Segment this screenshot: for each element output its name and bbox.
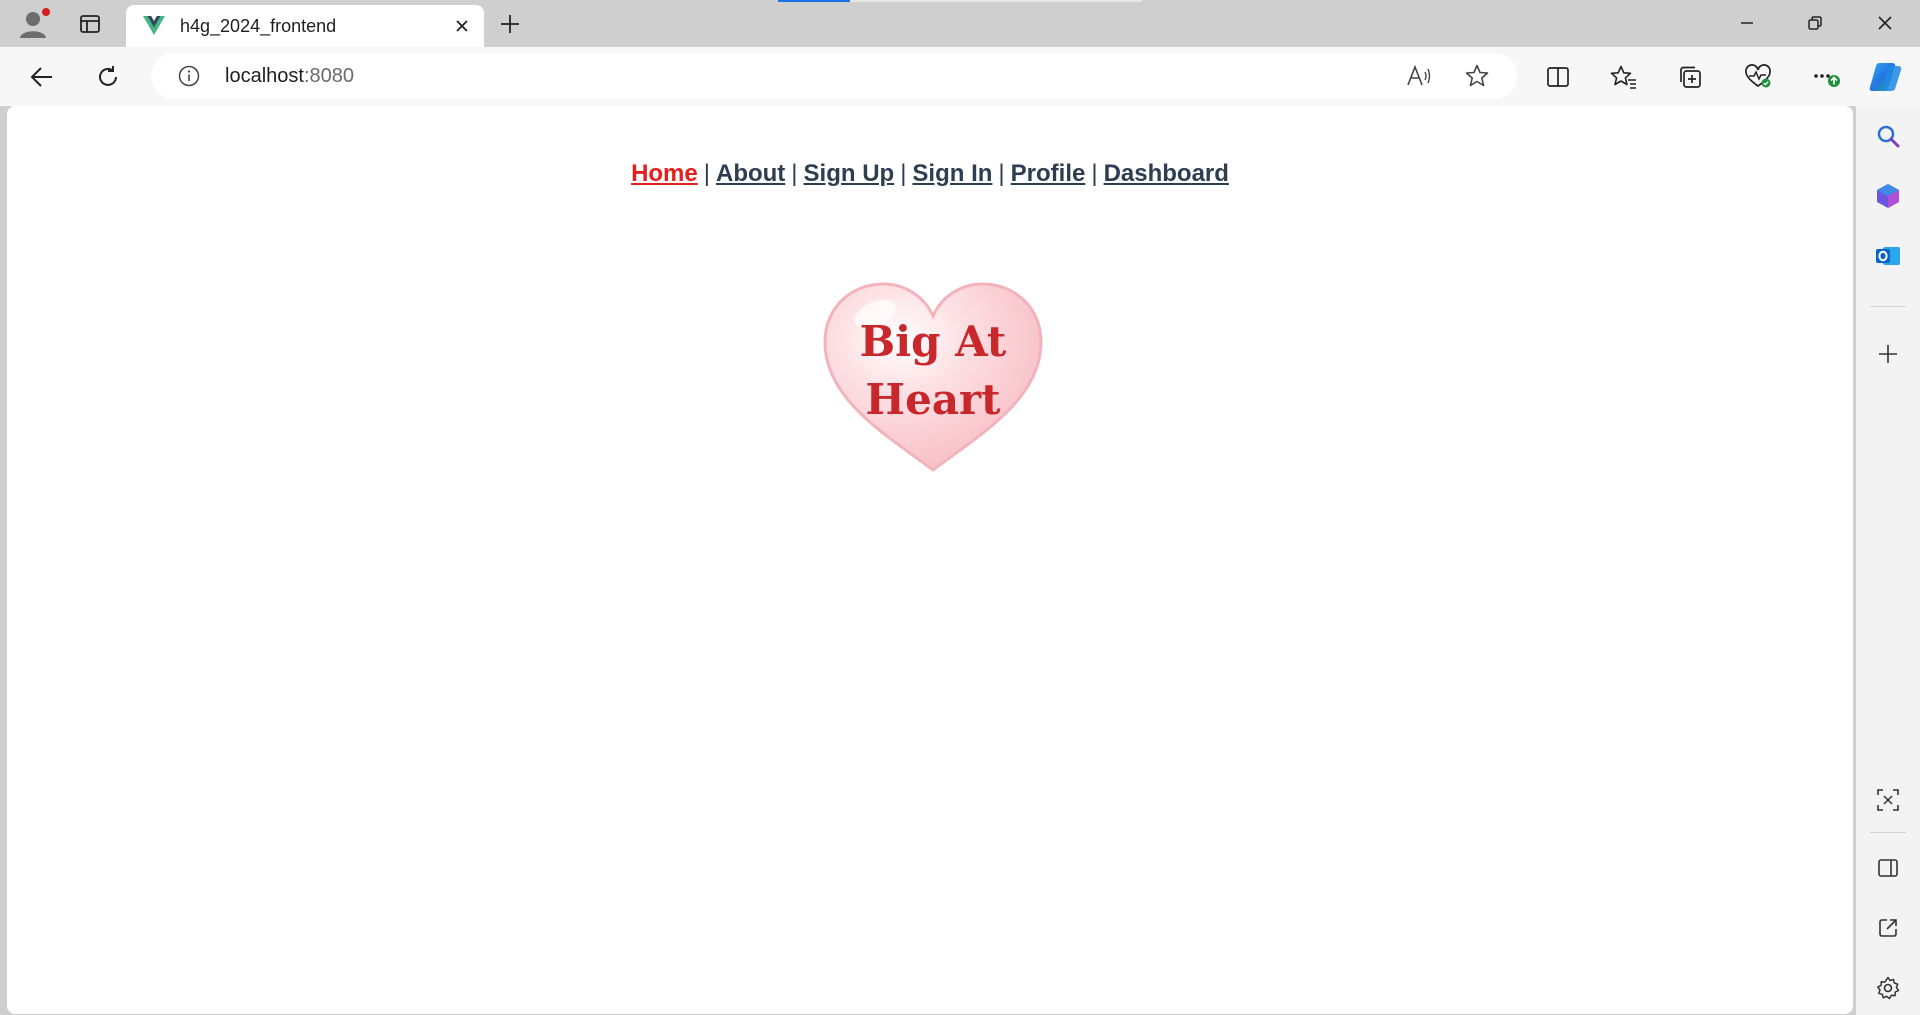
refresh-icon: [99, 66, 117, 86]
main-nav: Home | About | Sign Up | Sign In | Profile | Dashb…: [7, 160, 1853, 188]
address-bar[interactable]: localhost:8080: [151, 53, 1517, 99]
minimize-button[interactable]: [1714, 0, 1780, 46]
favorites-button[interactable]: [1604, 57, 1644, 97]
read-aloud-button[interactable]: [1399, 56, 1439, 96]
read-aloud-icon: [1407, 64, 1431, 86]
nav-separator: |: [900, 160, 907, 187]
nav-link-sign-up[interactable]: Sign Up: [804, 160, 895, 187]
outlook-icon: [1876, 247, 1900, 265]
back-arrow-icon: [30, 67, 52, 87]
profile-avatar-icon: [20, 8, 50, 38]
page-load-progress: [778, 0, 1142, 2]
nav-link-sign-in[interactable]: Sign In: [912, 160, 992, 187]
site-info-icon[interactable]: [163, 64, 215, 88]
plus-icon: [501, 15, 519, 33]
sidebar-copilot-button[interactable]: [1868, 176, 1908, 216]
nav-link-about[interactable]: About: [716, 160, 785, 187]
favorites-icon: [1610, 65, 1636, 89]
copilot-icon: [1869, 63, 1902, 91]
browser-sidebar: [1856, 106, 1920, 1015]
sidebar-search-button[interactable]: [1868, 116, 1908, 156]
screenshot-icon: [1877, 789, 1899, 811]
heart-pulse-icon: [1745, 64, 1771, 88]
close-window-button[interactable]: [1852, 0, 1918, 46]
nav-separator: |: [791, 160, 798, 187]
panel-icon: [1878, 859, 1898, 877]
sidebar-divider: [1870, 832, 1906, 833]
close-icon: [456, 20, 468, 32]
back-button[interactable]: [22, 57, 62, 97]
collections-icon: [1680, 66, 1701, 88]
minimize-icon: [1741, 22, 1753, 24]
browser-essentials-button[interactable]: [1738, 57, 1778, 97]
sidebar-screenshot-button[interactable]: [1868, 780, 1908, 820]
page-content: Home | About | Sign Up | Sign In | Profile | Dashb…: [7, 106, 1853, 1014]
browser-toolbar: localhost:8080: [0, 47, 1920, 106]
gear-icon: [1877, 976, 1900, 1000]
sidebar-settings-button[interactable]: [1868, 968, 1908, 1008]
address-url[interactable]: localhost:8080: [225, 65, 1517, 88]
split-screen-icon: [1547, 67, 1569, 87]
tab-actions-icon: [80, 15, 100, 33]
copilot-button[interactable]: [1866, 57, 1906, 97]
big-at-heart-logo: Big At Heart: [823, 282, 1043, 472]
sidebar-outlook-button[interactable]: [1868, 236, 1908, 276]
nav-separator: |: [998, 160, 1005, 187]
star-icon: [1465, 64, 1489, 87]
refresh-button[interactable]: [88, 57, 128, 97]
settings-and-more-button[interactable]: [1806, 57, 1846, 97]
tab-actions-button[interactable]: [70, 8, 110, 40]
tab-title: h4g_2024_frontend: [180, 15, 337, 36]
nav-link-profile[interactable]: Profile: [1011, 160, 1086, 187]
nav-link-dashboard[interactable]: Dashboard: [1104, 160, 1229, 187]
external-link-icon: [1879, 919, 1897, 937]
logo-text-line2: Heart: [865, 375, 1001, 424]
restore-icon: [1808, 16, 1822, 30]
sidebar-open-external-button[interactable]: [1868, 908, 1908, 948]
split-screen-button[interactable]: [1538, 57, 1578, 97]
new-tab-button[interactable]: [492, 8, 528, 40]
plus-icon: [1879, 345, 1897, 363]
nav-link-home[interactable]: Home: [631, 160, 698, 187]
copilot-hex-icon: [1877, 184, 1899, 208]
sidebar-toggle-panel-button[interactable]: [1868, 848, 1908, 888]
sidebar-divider: [1870, 306, 1906, 307]
profile-button[interactable]: [14, 6, 54, 42]
tab-close-button[interactable]: [444, 8, 480, 44]
favorite-star-button[interactable]: [1457, 56, 1497, 96]
search-icon: [1877, 125, 1900, 148]
browser-tab-active[interactable]: h4g_2024_frontend: [126, 5, 484, 47]
nav-separator: |: [1091, 160, 1098, 187]
collections-button[interactable]: [1670, 57, 1710, 97]
logo-text-line1: Big At: [860, 317, 1007, 366]
more-icon: [1814, 74, 1840, 87]
sidebar-add-button[interactable]: [1868, 334, 1908, 374]
title-bar: h4g_2024_frontend: [0, 0, 1920, 47]
close-icon: [1878, 16, 1892, 30]
nav-separator: |: [703, 160, 710, 187]
vue-logo-icon: [142, 14, 166, 38]
restore-button[interactable]: [1782, 0, 1848, 46]
